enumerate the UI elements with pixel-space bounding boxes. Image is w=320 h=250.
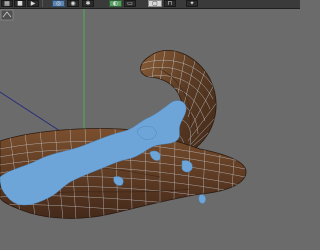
3d-viewport[interactable] [0, 9, 300, 250]
layout-icon[interactable]: ▭ [124, 0, 136, 7]
globe-icon[interactable]: ◎ [52, 0, 65, 7]
viewport-canvas[interactable] [0, 9, 300, 250]
magnet-icon[interactable]: ⊓ [164, 0, 176, 7]
camera-icon[interactable]: ◐ [109, 0, 122, 7]
light-icon[interactable]: ✦ [186, 0, 198, 7]
grid-icon[interactable]: ▦ [1, 0, 13, 7]
render-icon[interactable]: ◉ [67, 0, 79, 7]
stop-icon[interactable]: ■ [14, 0, 26, 7]
gear-icon[interactable]: ✱ [82, 0, 94, 7]
top-toolbar: ▦ ■ ▶ ◎ ◉ ✱ ◐ ▭ ▢ ⊓ ✦ [0, 0, 300, 9]
toolbar-divider [42, 0, 43, 7]
app-window: ▦ ■ ▶ ◎ ◉ ✱ ◐ ▭ ▢ ⊓ ✦ [0, 0, 300, 250]
play-icon[interactable]: ▶ [27, 0, 39, 7]
navigation-gizmo-icon[interactable] [0, 9, 14, 21]
frame-icon[interactable]: ▢ [148, 0, 162, 7]
